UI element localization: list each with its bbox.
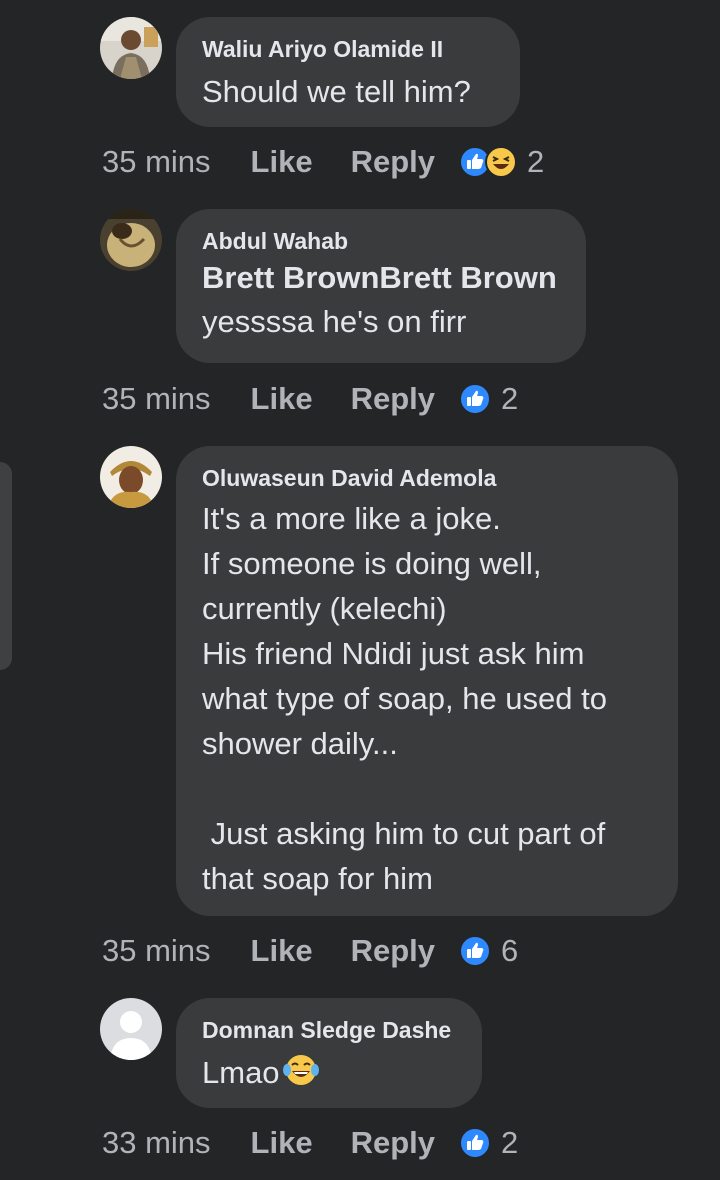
reaction-summary[interactable]: 2 (459, 381, 518, 417)
like-icon (459, 1127, 491, 1159)
comment-text: yessssa he's on firr (202, 304, 467, 339)
comment-text: Lmao (202, 1050, 456, 1095)
comment-author[interactable]: Abdul Wahab (202, 227, 560, 255)
reaction-summary[interactable]: 2 (459, 1125, 518, 1161)
reaction-count: 2 (501, 381, 519, 416)
comment-actions: 33 mins Like Reply 2 (102, 1121, 518, 1165)
comment-bubble: Oluwaseun David Ademola It's a more like… (176, 446, 678, 916)
like-icon (459, 383, 491, 415)
reply-button[interactable]: Reply (351, 381, 435, 417)
like-button[interactable]: Like (251, 381, 313, 417)
comment-time[interactable]: 35 mins (102, 144, 211, 180)
reaction-count: 2 (501, 1125, 519, 1160)
like-button[interactable]: Like (251, 144, 313, 180)
avatar[interactable] (100, 998, 162, 1060)
reply-button[interactable]: Reply (351, 933, 435, 969)
comment-bubble: Domnan Sledge Dashe Lmao (176, 998, 482, 1108)
comment-actions: 35 mins Like Reply 2 (102, 377, 518, 421)
mentioned-user-link[interactable]: Brett BrownBrett Brown (202, 257, 560, 299)
reaction-summary[interactable]: 6 (459, 933, 518, 969)
comment-bubble: Abdul Wahab Brett BrownBrett Brown yesss… (176, 209, 586, 363)
comment-time[interactable]: 35 mins (102, 933, 211, 969)
comment-text: It's a more like a joke. If someone is d… (202, 501, 607, 896)
comment-bubble: Waliu Ariyo Olamide II Should we tell hi… (176, 17, 520, 127)
tears-of-joy-emoji-icon (282, 1051, 320, 1089)
comment-actions: 35 mins Like Reply 6 (102, 929, 518, 973)
avatar[interactable] (100, 17, 162, 79)
comment-time[interactable]: 35 mins (102, 381, 211, 417)
comment-actions: 35 mins Like Reply 2 (102, 140, 544, 184)
like-icon (459, 935, 491, 967)
reaction-count: 2 (527, 144, 545, 179)
side-scroll-handle[interactable] (0, 462, 12, 670)
reply-button[interactable]: Reply (351, 144, 435, 180)
avatar[interactable] (100, 209, 162, 271)
comment-text: Should we tell him? (202, 74, 471, 109)
comment-time[interactable]: 33 mins (102, 1125, 211, 1161)
like-button[interactable]: Like (251, 1125, 313, 1161)
comment-author[interactable]: Oluwaseun David Ademola (202, 464, 652, 492)
comment-author[interactable]: Waliu Ariyo Olamide II (202, 35, 494, 63)
reaction-count: 6 (501, 933, 519, 968)
reaction-summary[interactable]: 2 (459, 144, 544, 180)
haha-icon (485, 146, 517, 178)
like-button[interactable]: Like (251, 933, 313, 969)
comment-author[interactable]: Domnan Sledge Dashe (202, 1016, 456, 1044)
avatar[interactable] (100, 446, 162, 508)
reply-button[interactable]: Reply (351, 1125, 435, 1161)
comment-text-content: Lmao (202, 1055, 280, 1090)
comments-thread: Waliu Ariyo Olamide II Should we tell hi… (0, 0, 720, 1180)
